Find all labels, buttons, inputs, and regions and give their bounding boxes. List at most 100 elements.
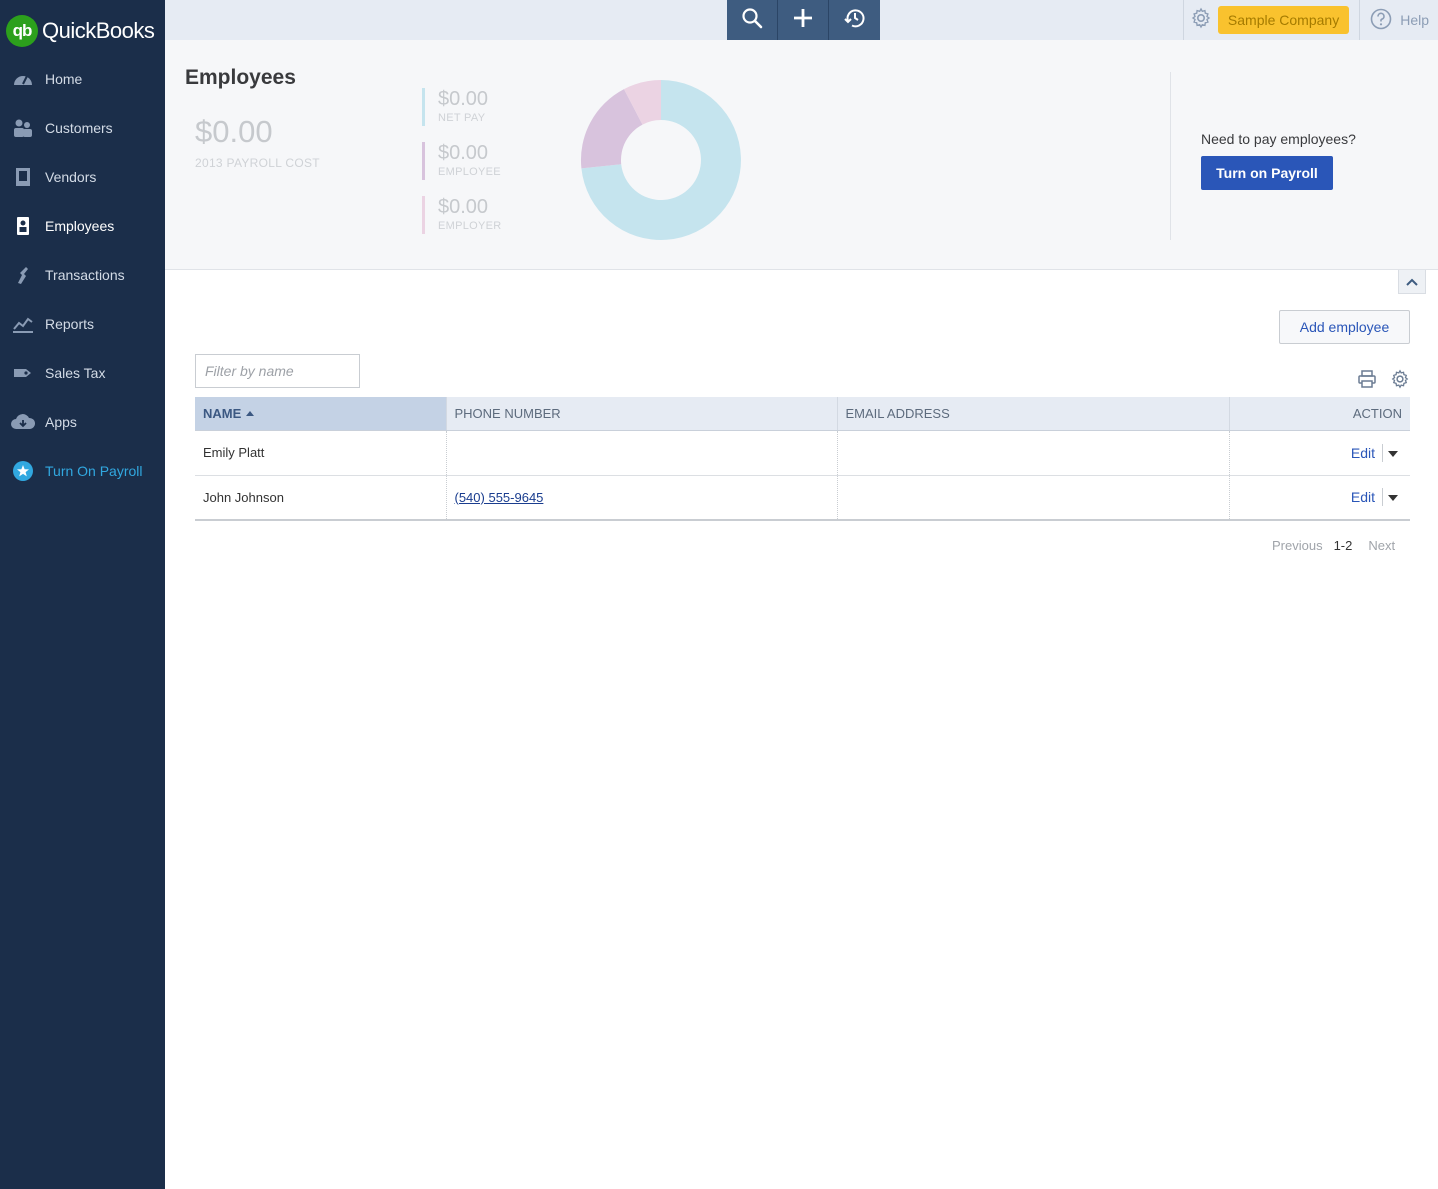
sidebar-item-transactions[interactable]: Transactions <box>0 250 165 299</box>
customers-icon <box>11 118 35 138</box>
sidebar-item-vendors[interactable]: Vendors <box>0 152 165 201</box>
help-circle-icon <box>1370 8 1392 33</box>
employer-label: EMPLOYER <box>438 220 502 232</box>
employee-name[interactable]: John Johnson <box>195 475 446 521</box>
sidebar-item-employees[interactable]: Employees <box>0 201 165 250</box>
print-button[interactable] <box>1355 369 1379 393</box>
page-title: Employees <box>185 66 296 89</box>
employee-label: EMPLOYEE <box>438 166 501 178</box>
search-button[interactable] <box>727 0 778 40</box>
transactions-icon <box>11 265 35 285</box>
gear-icon <box>1190 7 1212 34</box>
sidebar-item-reports[interactable]: Reports <box>0 299 165 348</box>
printer-icon <box>1357 369 1377 394</box>
row-actions: Edit <box>1228 430 1410 476</box>
search-icon <box>741 7 763 34</box>
top-right-controls: Sample Company Help <box>1182 0 1438 40</box>
help-label: Help <box>1400 12 1429 28</box>
sidebar-item-label: Turn On Payroll <box>45 462 143 479</box>
payroll-donut-chart <box>580 80 741 240</box>
action-separator <box>1382 443 1383 462</box>
quickbooks-logo[interactable]: qb QuickBooks <box>6 14 155 48</box>
action-separator <box>1382 488 1383 507</box>
employee-name[interactable]: Emily Platt <box>195 430 446 476</box>
quick-actions <box>727 0 880 40</box>
qb-logo-icon: qb <box>6 15 38 47</box>
phone-link[interactable]: (540) 555-9645 <box>455 490 544 505</box>
table-row[interactable]: John Johnson (540) 555-9645 Edit <box>195 475 1410 521</box>
sidebar-item-label: Reports <box>45 315 95 332</box>
sidebar-item-label: Home <box>45 70 83 87</box>
top-bar: Sample Company Help <box>165 0 1438 40</box>
pagination: Previous 1-2 Next <box>1272 538 1395 553</box>
sidebar-item-turn-on-payroll[interactable]: Turn On Payroll <box>0 446 165 495</box>
previous-page-link[interactable]: Previous <box>1272 538 1323 553</box>
employees-icon <box>11 216 35 236</box>
apps-cloud-icon <box>11 412 35 432</box>
company-name-badge[interactable]: Sample Company <box>1217 6 1350 34</box>
total-payroll-cost-amount: $0.00 <box>195 114 273 149</box>
next-page-link[interactable]: Next <box>1368 538 1395 553</box>
add-employee-button[interactable]: Add employee <box>1279 310 1410 344</box>
sidebar-item-label: Apps <box>45 413 77 430</box>
gear-icon <box>1390 369 1410 394</box>
employee-email <box>836 475 1229 521</box>
column-header-email[interactable]: EMAIL ADDRESS <box>836 397 1229 431</box>
table-row[interactable]: Emily Platt Edit <box>195 430 1410 476</box>
total-payroll-cost-label: 2013 PAYROLL COST <box>195 156 320 170</box>
sidebar: qb QuickBooks Home Customers Vendors Emp… <box>0 0 165 1189</box>
employee-phone: (540) 555-9645 <box>445 475 837 521</box>
row-actions: Edit <box>1228 475 1410 521</box>
edit-link[interactable]: Edit <box>1351 489 1375 505</box>
employer-amount: $0.00 <box>438 196 489 218</box>
chevron-up-icon <box>1406 273 1418 291</box>
sidebar-item-label: Customers <box>45 119 113 136</box>
sort-ascending-icon <box>246 410 255 416</box>
sidebar-item-label: Transactions <box>45 266 125 283</box>
sidebar-item-label: Vendors <box>45 168 97 185</box>
sidebar-item-label: Employees <box>45 217 115 234</box>
legend-employee: $0.00 EMPLOYEE <box>422 142 501 180</box>
sidebar-item-customers[interactable]: Customers <box>0 103 165 152</box>
column-header-name[interactable]: NAME <box>195 397 446 431</box>
sidebar-item-home[interactable]: Home <box>0 54 165 103</box>
sidebar-item-sales-tax[interactable]: Sales Tax <box>0 348 165 397</box>
payroll-prompt: Need to pay employees? <box>1201 131 1356 147</box>
table-tools <box>1346 369 1412 393</box>
legend-net-pay: $0.00 NET PAY <box>422 88 488 126</box>
sales-tax-icon <box>11 363 35 383</box>
sidebar-item-apps[interactable]: Apps <box>0 397 165 446</box>
employee-amount: $0.00 <box>438 142 489 164</box>
recent-history-icon <box>843 6 867 35</box>
settings-button[interactable] <box>1182 0 1218 40</box>
column-header-action: ACTION <box>1228 397 1410 431</box>
sidebar-nav: Home Customers Vendors Employees Transac… <box>0 54 165 495</box>
table-header-row: NAME PHONE NUMBER EMAIL ADDRESS ACTION <box>195 397 1410 431</box>
net-pay-amount: $0.00 <box>438 88 489 110</box>
help-button[interactable]: Help <box>1359 0 1438 40</box>
employees-table: NAME PHONE NUMBER EMAIL ADDRESS ACTION E… <box>195 397 1410 521</box>
plus-icon <box>792 7 814 34</box>
table-settings-button[interactable] <box>1388 369 1412 393</box>
sidebar-item-label: Sales Tax <box>45 364 106 381</box>
reports-icon <box>11 314 35 334</box>
column-header-phone[interactable]: PHONE NUMBER <box>445 397 837 431</box>
page-range: 1-2 <box>1333 538 1353 553</box>
row-menu-dropdown-icon[interactable] <box>1388 495 1398 502</box>
dashboard-icon <box>11 69 35 89</box>
logo-text: QuickBooks <box>42 18 155 43</box>
row-menu-dropdown-icon[interactable] <box>1388 450 1398 457</box>
employee-phone <box>445 430 837 476</box>
net-pay-label: NET PAY <box>438 112 486 124</box>
create-button[interactable] <box>778 0 829 40</box>
employee-email <box>836 430 1229 476</box>
summary-divider <box>1170 72 1171 240</box>
collapse-summary-button[interactable] <box>1398 270 1426 294</box>
turn-on-payroll-button[interactable]: Turn on Payroll <box>1201 156 1333 190</box>
filter-by-name-input[interactable] <box>195 354 360 388</box>
payroll-summary-panel: Employees $0.00 2013 PAYROLL COST $0.00 … <box>165 40 1438 270</box>
star-icon <box>11 460 35 481</box>
legend-employer: $0.00 EMPLOYER <box>422 196 502 234</box>
recent-transactions-button[interactable] <box>829 0 880 40</box>
edit-link[interactable]: Edit <box>1351 445 1375 461</box>
